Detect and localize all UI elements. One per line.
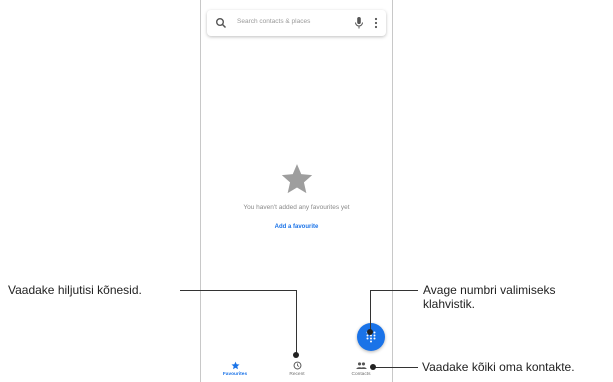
empty-state-message: You haven't added any favourites yet: [243, 204, 350, 211]
screenshot-canvas: Search contacts & places You haven't add…: [0, 0, 613, 382]
callout-dot-contacts: [370, 364, 376, 370]
nav-tab-recent[interactable]: Recent: [267, 356, 327, 382]
dialpad-button[interactable]: [357, 323, 385, 351]
callout-contacts: Vaadake kõiki oma kontakte.: [422, 360, 575, 374]
callout-line-recent-vertical: [296, 290, 297, 354]
search-icon: [216, 18, 227, 29]
people-icon: [355, 362, 367, 370]
callout-line-contacts: [373, 367, 418, 368]
nav-tab-favourites[interactable]: Favourites: [205, 356, 265, 382]
bottom-nav: Favourites Recent Contacts: [201, 356, 392, 382]
more-vert-icon[interactable]: [374, 17, 378, 29]
search-input[interactable]: Search contacts & places: [237, 18, 310, 25]
callout-line-dialpad-vertical: [370, 290, 371, 332]
callout-line-dialpad-horizontal: [370, 290, 418, 291]
callout-dot-dialpad: [367, 329, 373, 335]
callout-dot-recent: [293, 352, 299, 358]
clock-icon: [293, 361, 301, 370]
callout-recent-calls: Vaadake hiljutisi kõnesid.: [8, 283, 142, 297]
callout-line-recent-horizontal: [180, 290, 296, 291]
callout-dialpad-line1: Avage numbri valimiseks: [423, 283, 556, 297]
nav-label-favourites: Favourites: [222, 372, 248, 377]
add-favourite-link[interactable]: Add a favourite: [201, 224, 392, 230]
nav-label-recent: Recent: [289, 372, 305, 377]
star-icon: [281, 164, 313, 194]
mic-icon[interactable]: [354, 16, 364, 30]
nav-label-contacts: Contacts: [351, 372, 371, 377]
star-icon: [230, 361, 240, 370]
nav-tab-contacts[interactable]: Contacts: [331, 356, 391, 382]
search-bar[interactable]: Search contacts & places: [207, 10, 386, 36]
callout-dialpad-line2: klahvistik.: [423, 297, 476, 311]
